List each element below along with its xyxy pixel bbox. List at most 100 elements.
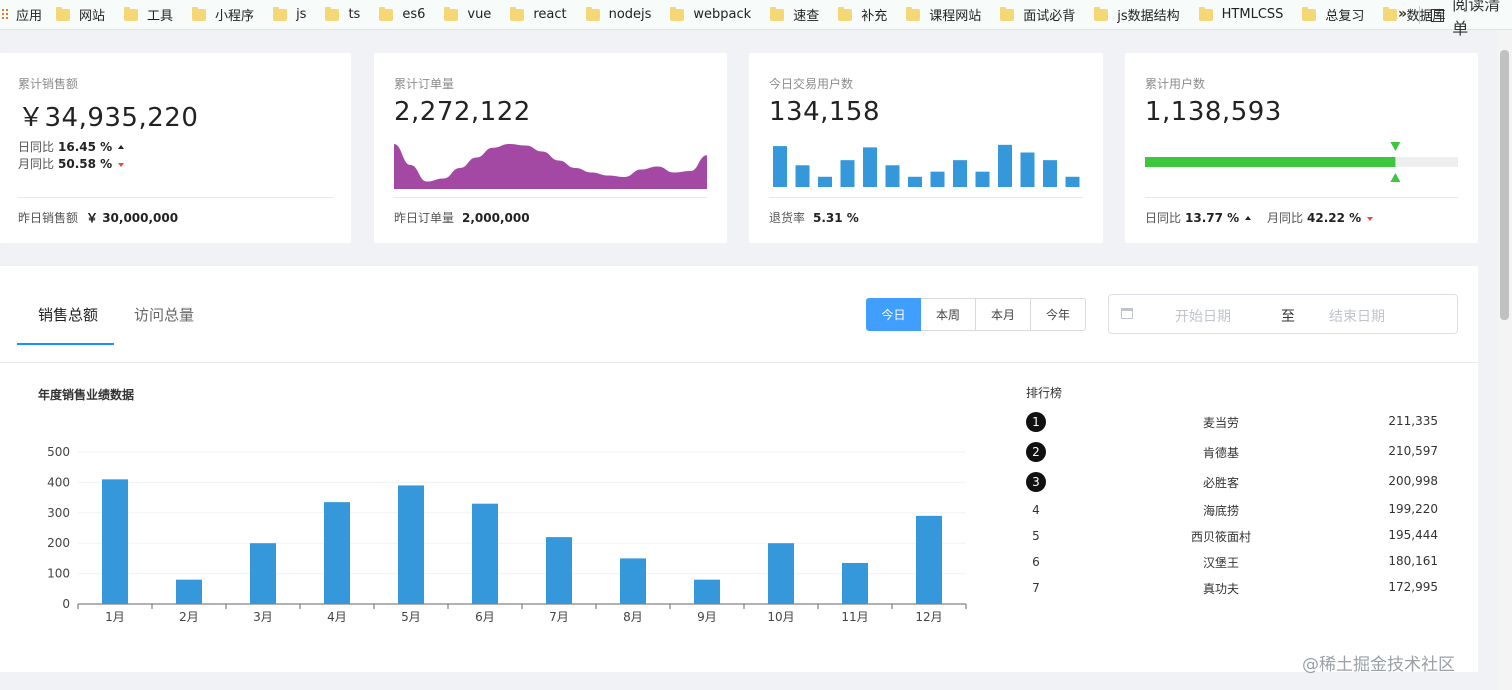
scrollbar-thumb[interactable] xyxy=(1500,50,1509,320)
bookmark-folder[interactable]: 补充 xyxy=(838,5,887,24)
ranking-name: 西贝筱面村 xyxy=(1190,530,1251,544)
ranking-number: 6 xyxy=(1032,555,1040,569)
bookmark-folder[interactable]: js数据结构 xyxy=(1094,5,1180,24)
folder-icon xyxy=(906,6,921,21)
sales-divider xyxy=(18,197,333,198)
bookmark-folder[interactable]: 小程序 xyxy=(192,5,254,24)
sales-panel: 销售总额 访问总量 今日 本周 本月 今年 开始日期 至 结束日期 年度销售业绩… xyxy=(0,266,1478,672)
total-users-value: 1,138,593 xyxy=(1145,97,1282,127)
end-date-input[interactable]: 结束日期 xyxy=(1329,306,1385,326)
x-tick-label: 10月 xyxy=(767,610,794,624)
folder-icon xyxy=(379,6,394,21)
bookmark-folder[interactable]: vue xyxy=(444,6,491,22)
reading-list-button[interactable]: 阅读清单 xyxy=(1431,0,1512,38)
bookmark-folder[interactable]: 网站 xyxy=(56,5,105,24)
users-bar-chart xyxy=(773,144,1080,187)
users-bar xyxy=(863,147,877,187)
users-bar xyxy=(953,160,967,187)
ranking-name: 必胜客 xyxy=(1202,476,1239,490)
date-range-picker[interactable]: 开始日期 至 结束日期 xyxy=(1108,294,1458,334)
orders-divider xyxy=(394,197,707,198)
sales-bar xyxy=(398,485,424,604)
bookmark-folder-label: nodejs xyxy=(608,7,652,22)
range-year-button[interactable]: 今年 xyxy=(1031,298,1086,331)
x-tick-label: 3月 xyxy=(253,610,273,624)
bookmark-folder[interactable]: js xyxy=(273,6,306,22)
bookmark-folder[interactable]: 课程网站 xyxy=(906,5,981,24)
bookmark-folder-label: 工具 xyxy=(147,9,174,24)
folder-icon xyxy=(273,6,288,21)
folder-icon xyxy=(770,6,785,21)
bookmark-folder-label: es6 xyxy=(402,7,426,22)
total-users-progress xyxy=(1145,142,1458,182)
orders-foot-label: 昨日订单量 xyxy=(394,211,455,225)
vertical-scrollbar[interactable] xyxy=(1497,30,1512,690)
bookmark-folder-label: react xyxy=(533,7,567,22)
bookmarks-more-button[interactable]: » xyxy=(1398,6,1407,22)
y-tick-label: 300 xyxy=(47,506,70,520)
ranking-value: 199,220 xyxy=(1388,502,1438,516)
trend-down-icon xyxy=(118,163,125,167)
watermark: @稀土掘金技术社区 xyxy=(1302,655,1455,675)
users-bar xyxy=(930,171,945,187)
y-tick-label: 0 xyxy=(62,597,70,611)
sales-card: 累计销售额 ￥34,935,220 日同比 16.45 % 月同比 50.58 % … xyxy=(0,53,351,243)
sales-value: ￥34,935,220 xyxy=(18,103,199,133)
bookmark-folder[interactable]: 工具 xyxy=(124,5,173,24)
sales-bar xyxy=(916,515,942,604)
ranking-number: 2 xyxy=(1026,442,1046,462)
bookmark-folder[interactable]: 速查 xyxy=(770,5,819,24)
orders-card: 累计订单量 2,272,122 昨日订单量 2,000,000 xyxy=(374,53,727,243)
bookmark-folder[interactable]: nodejs xyxy=(585,6,652,22)
sales-foot: 昨日销售额 ￥ 30,000,000 xyxy=(18,209,178,226)
total-users-month-label: 月同比 xyxy=(1267,211,1304,225)
bookmark-folder-label: js数据结构 xyxy=(1117,9,1180,24)
ranking-row: 2 肯德基 210,597 xyxy=(1026,440,1438,462)
total-users-foot: 日同比 13.77 % 月同比 42.22 % xyxy=(1145,209,1374,226)
ranking-value: 211,335 xyxy=(1388,414,1438,428)
bookmarks-bar: 应用 网站 工具 小程序 js ts es6 vue react nodejs webpack 速查… xyxy=(0,0,1512,30)
trend-up-icon xyxy=(118,145,125,149)
orders-foot: 昨日订单量 2,000,000 xyxy=(394,209,530,226)
bookmark-folder-label: 总复习 xyxy=(1325,9,1365,24)
users-bar xyxy=(908,176,922,187)
orders-title: 累计订单量 xyxy=(394,77,455,91)
x-tick-label: 6月 xyxy=(475,610,495,624)
bookmark-folder[interactable]: 面试必背 xyxy=(1000,5,1075,24)
bookmark-folder-label: 课程网站 xyxy=(929,9,982,24)
x-tick-label: 1月 xyxy=(105,610,125,624)
sales-month-value: 50.58 % xyxy=(58,157,113,171)
ranking-value: 172,995 xyxy=(1388,580,1438,594)
bookmark-folder-label: 网站 xyxy=(79,9,106,24)
x-tick-label: 5月 xyxy=(401,610,421,624)
trend-up-icon xyxy=(1245,216,1252,220)
users-today-card: 今日交易用户数 134,158 退货率 5.31 % xyxy=(749,53,1103,243)
bookmark-folder-label: 面试必背 xyxy=(1023,9,1076,24)
start-date-input[interactable]: 开始日期 xyxy=(1175,306,1231,326)
folder-icon xyxy=(444,6,459,21)
bookmarks-divider xyxy=(1419,6,1420,24)
sales-bar xyxy=(176,579,202,604)
ranking-row: 1 麦当劳 211,335 xyxy=(1026,410,1438,432)
ranking-name: 海底捞 xyxy=(1202,504,1239,518)
ranking-value: 200,998 xyxy=(1388,474,1438,488)
folder-icon xyxy=(124,6,139,21)
folder-icon xyxy=(1094,6,1109,21)
sales-bar xyxy=(546,537,572,604)
total-users-title: 累计用户数 xyxy=(1145,77,1206,91)
sales-month-compare: 月同比 50.58 % xyxy=(18,155,125,172)
users-bar xyxy=(1020,152,1035,187)
folder-icon xyxy=(585,6,600,21)
sales-day-value: 16.45 % xyxy=(58,140,113,154)
folder-icon xyxy=(838,6,853,21)
users-bar xyxy=(1065,176,1080,187)
bookmark-folder[interactable]: HTMLCSS xyxy=(1198,6,1283,22)
bookmark-folder[interactable]: webpack xyxy=(670,6,752,22)
bookmark-folder[interactable]: 总复习 xyxy=(1302,5,1364,24)
bookmark-folder-label: webpack xyxy=(693,7,752,22)
bookmark-folder[interactable]: ts xyxy=(325,6,360,22)
bookmark-apps[interactable]: 应用 xyxy=(0,5,42,24)
bookmark-folder[interactable]: es6 xyxy=(379,6,426,22)
ranking-row: 7 真功夫 172,995 xyxy=(1026,576,1438,598)
bookmark-folder[interactable]: react xyxy=(510,6,567,22)
